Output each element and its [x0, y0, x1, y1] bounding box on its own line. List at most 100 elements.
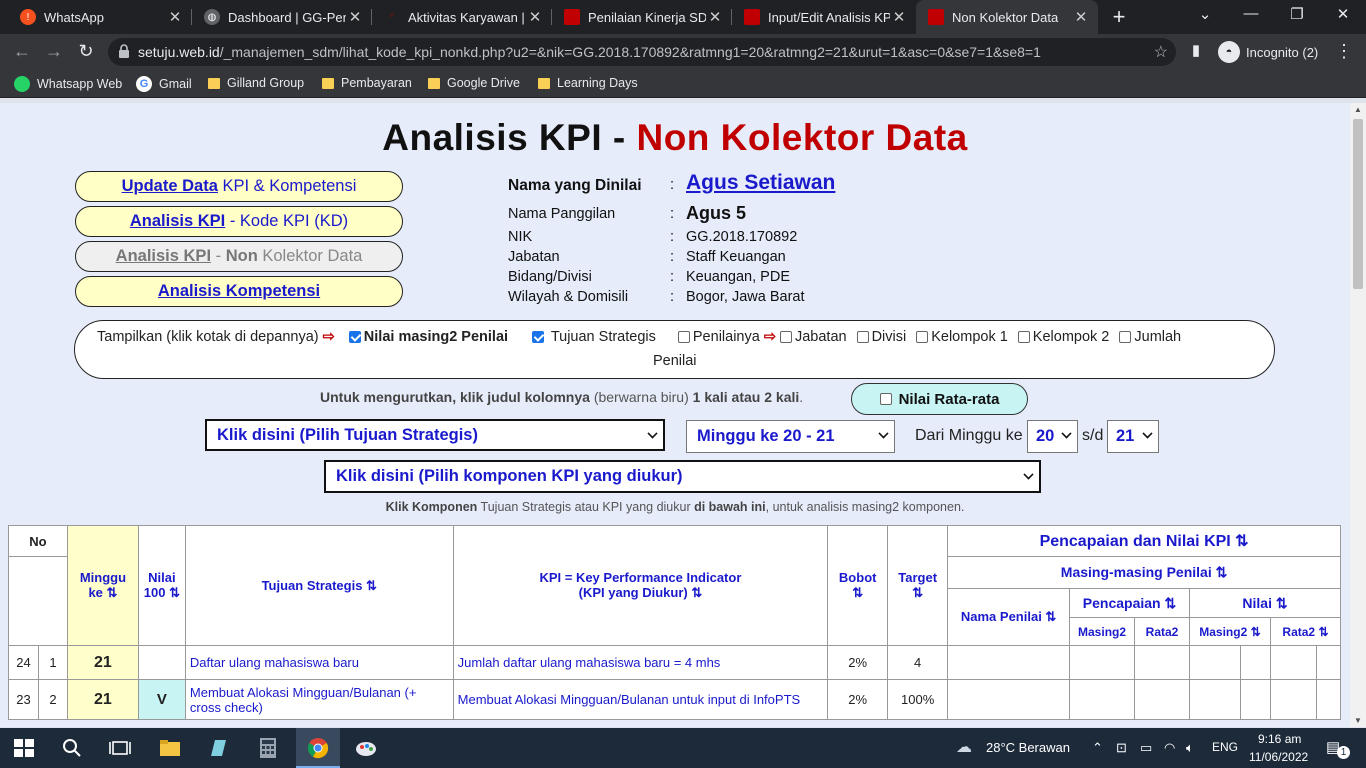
- reload-icon[interactable]: ↻: [74, 41, 98, 62]
- close-tab-icon[interactable]: ✕: [890, 8, 908, 26]
- menu-kebab-icon[interactable]: ⋮: [1332, 41, 1356, 62]
- scrollbar-thumb[interactable]: [1353, 119, 1363, 289]
- bookmark-learning-days[interactable]: Learning Days: [538, 76, 638, 90]
- col-header-nilai-masing2[interactable]: Masing2 ⇅: [1188, 617, 1271, 646]
- restore-icon[interactable]: ❐: [1282, 5, 1312, 23]
- task-view-icon[interactable]: [108, 736, 132, 760]
- tray-chevron-up-icon[interactable]: ⌃: [1092, 740, 1103, 756]
- tab-penilaian[interactable]: Penilaian Kinerja SDM ✕: [552, 0, 732, 34]
- option-jabatan[interactable]: Jabatan: [779, 329, 847, 345]
- bookmark-google-drive[interactable]: Google Drive: [428, 76, 520, 90]
- calculator-icon[interactable]: [256, 736, 280, 760]
- scroll-up-icon[interactable]: ▲: [1350, 105, 1366, 114]
- col-header-bobot[interactable]: Bobot ⇅: [827, 525, 889, 646]
- weather-icon[interactable]: ☁: [956, 737, 972, 757]
- col-header-kpi[interactable]: KPI = Key Performance Indicator (KPI yang…: [452, 525, 829, 646]
- tujuan-strategis-select[interactable]: Klik disini (Pilih Tujuan Strategis): [205, 419, 665, 451]
- to-week-select[interactable]: 21: [1107, 420, 1159, 453]
- komponen-kpi-select[interactable]: Klik disini (Pilih komponen KPI yang diu…: [324, 460, 1041, 493]
- forward-icon[interactable]: →: [42, 41, 66, 62]
- wifi-icon[interactable]: ◠: [1164, 740, 1175, 756]
- close-tab-icon[interactable]: ✕: [526, 8, 544, 26]
- tab-whatsapp[interactable]: ! WhatsApp ✕: [8, 0, 192, 34]
- checkbox-jumlah[interactable]: [1119, 331, 1132, 344]
- weather-text[interactable]: 28°C Berawan: [986, 740, 1070, 755]
- bookmark-whatsapp[interactable]: Whatsapp Web: [14, 76, 122, 92]
- cell-kpi-link[interactable]: Jumlah daftar ulang mahasiswa baru = 4 m…: [452, 645, 829, 680]
- option-kelompok2[interactable]: Kelompok 2: [1017, 329, 1109, 345]
- back-icon[interactable]: ←: [10, 41, 34, 62]
- volume-icon[interactable]: 🔈︎: [1186, 740, 1194, 756]
- checkbox-jabatan[interactable]: [779, 331, 792, 344]
- update-data-button[interactable]: Update Data KPI & Kompetensi: [75, 171, 403, 202]
- incognito-indicator[interactable]: ◓ Incognito (2): [1218, 41, 1318, 63]
- paint-app-icon[interactable]: [354, 736, 378, 760]
- bookmark-pembayaran[interactable]: Pembayaran: [322, 76, 412, 90]
- checkbox-divisi[interactable]: [856, 331, 869, 344]
- col-header-pencapaian[interactable]: Pencapaian ⇅: [1069, 588, 1190, 618]
- bookmark-star-icon[interactable]: ☆: [1154, 42, 1168, 62]
- language-indicator[interactable]: ENG: [1212, 740, 1238, 754]
- checkbox-tujuan-strategis[interactable]: [532, 331, 545, 344]
- checkbox-rata-rata[interactable]: [879, 393, 892, 405]
- close-tab-icon[interactable]: ✕: [166, 8, 184, 26]
- tab-non-kolektor-active[interactable]: Non Kolektor Data ✕: [916, 0, 1098, 34]
- col-header-pencapaian-nilai[interactable]: Pencapaian dan Nilai KPI ⇅: [947, 525, 1341, 557]
- option-divisi[interactable]: Divisi: [856, 329, 906, 345]
- option-penilainya[interactable]: Penilainya: [677, 329, 760, 345]
- close-window-icon[interactable]: ✕: [1328, 5, 1358, 23]
- chrome-icon[interactable]: [306, 736, 330, 760]
- clock-date[interactable]: 11/06/2022: [1249, 750, 1308, 764]
- col-header-nilai[interactable]: Nilai ⇅: [1188, 588, 1342, 618]
- analisis-kpi-kd-button[interactable]: Analisis KPI - Kode KPI (KD): [75, 206, 403, 237]
- cell-empty: [1239, 679, 1271, 720]
- bookmark-gilland[interactable]: Gilland Group: [208, 76, 304, 90]
- tab-search-icon[interactable]: ⌄: [1190, 5, 1220, 23]
- minimize-icon[interactable]: —: [1236, 5, 1266, 22]
- tab-aktivitas[interactable]: ◜ Aktivitas Karyawan | Pe ✕: [372, 0, 552, 34]
- option-kelompok1[interactable]: Kelompok 1: [916, 329, 1008, 345]
- cell-tujuan-link[interactable]: Membuat Alokasi Mingguan/Bulanan (+ cros…: [184, 679, 454, 720]
- clock-time[interactable]: 9:16 am: [1258, 732, 1301, 746]
- tab-input-edit[interactable]: Input/Edit Analisis KPI ✕: [732, 0, 916, 34]
- page-scrollbar[interactable]: ▲ ▼: [1350, 103, 1366, 727]
- nilai-rata-rata-toggle[interactable]: Nilai Rata-rata: [851, 383, 1028, 415]
- nama-dinilai-link[interactable]: Agus Setiawan: [686, 171, 835, 195]
- close-tab-icon[interactable]: ✕: [706, 8, 724, 26]
- file-explorer-icon[interactable]: [158, 736, 182, 760]
- col-header-minggu[interactable]: Minggu ke ⇅: [66, 525, 139, 646]
- checkbox-kelompok1[interactable]: [916, 331, 929, 344]
- close-tab-icon[interactable]: ✕: [346, 8, 364, 26]
- battery-icon[interactable]: ▭: [1140, 740, 1152, 756]
- analisis-kompetensi-button[interactable]: Analisis Kompetensi: [75, 276, 403, 307]
- side-panel-icon[interactable]: ▮: [1184, 41, 1208, 59]
- search-icon[interactable]: [60, 736, 84, 760]
- col-header-masing-penilai[interactable]: Masing-masing Penilai ⇅: [947, 556, 1341, 589]
- from-week-select[interactable]: 20: [1027, 420, 1078, 453]
- checkbox-nilai-masing2[interactable]: [348, 331, 361, 344]
- option-nilai-masing2[interactable]: Nilai masing2 Penilai: [348, 329, 508, 345]
- col-header-target[interactable]: Target ⇅: [887, 525, 949, 646]
- option-jumlah[interactable]: Jumlah: [1119, 329, 1181, 345]
- col-header-nama-penilai[interactable]: Nama Penilai ⇅: [947, 588, 1071, 646]
- cell-kpi-link[interactable]: Membuat Alokasi Mingguan/Bulanan untuk i…: [452, 679, 829, 720]
- device-icon[interactable]: ⊡: [1116, 740, 1127, 756]
- col-header-tujuan[interactable]: Tujuan Strategis ⇅: [184, 525, 454, 646]
- close-tab-icon[interactable]: ✕: [1072, 8, 1090, 26]
- col-header-nilai-rata2[interactable]: Rata2 ⇅: [1269, 617, 1342, 646]
- col-header-nilai100[interactable]: Nilai 100 ⇅: [137, 525, 186, 646]
- tab-dashboard[interactable]: ◍ Dashboard | GG-Penac ✕: [192, 0, 372, 34]
- analisis-kpi-nonkd-button[interactable]: Analisis KPI - Non Kolektor Data: [75, 241, 403, 272]
- scroll-down-icon[interactable]: ▼: [1350, 716, 1366, 725]
- checkbox-penilainya[interactable]: [677, 331, 690, 344]
- address-bar[interactable]: setuju.web.id/_manajemen_sdm/lihat_kode_…: [108, 38, 1176, 66]
- checkbox-kelompok2[interactable]: [1017, 331, 1030, 344]
- bookmark-gmail[interactable]: G Gmail: [136, 76, 192, 92]
- windows-start-icon[interactable]: [12, 736, 36, 760]
- new-tab-icon[interactable]: +: [1108, 4, 1130, 30]
- notes-app-icon[interactable]: [206, 736, 230, 760]
- table-row: 23 2 21 V Membuat Alokasi Mingguan/Bulan…: [8, 679, 1342, 720]
- option-tujuan-strategis[interactable]: Tujuan Strategis: [532, 329, 656, 345]
- minggu-range-select[interactable]: Minggu ke 20 - 21: [686, 420, 895, 453]
- cell-tujuan-link[interactable]: Daftar ulang mahasiswa baru: [184, 645, 454, 680]
